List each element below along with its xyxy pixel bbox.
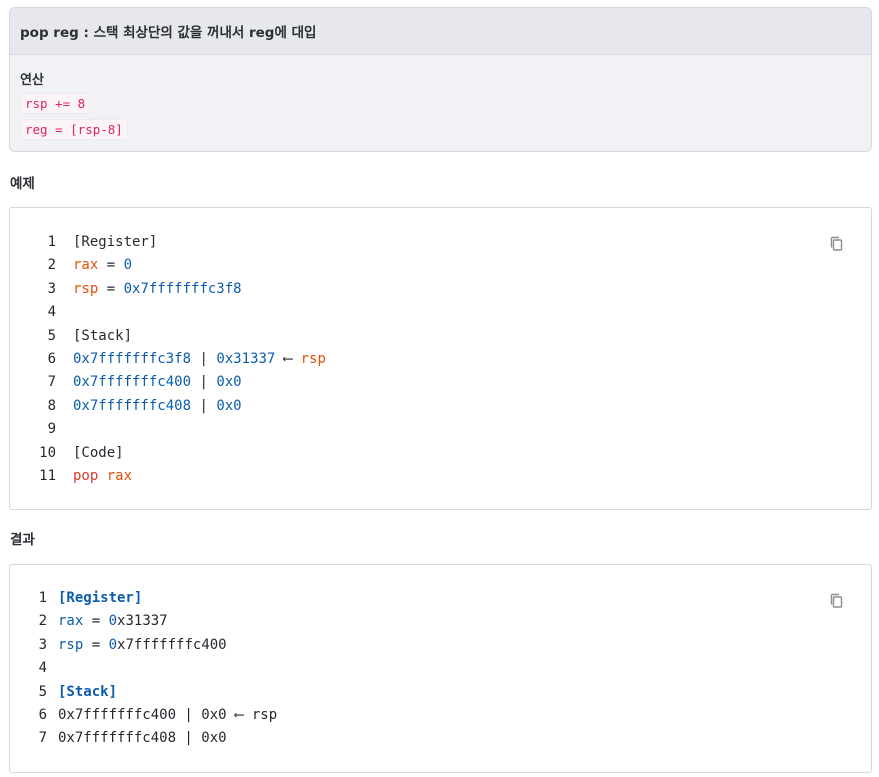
code-token: rax (58, 613, 84, 630)
code-line: 1 [Register] (10, 231, 871, 254)
instruction-callout: pop reg : 스택 최상단의 값을 꺼내서 reg에 대입 연산 rsp … (9, 7, 872, 152)
code-line: 7 0x7fffffffc400 | 0x0 (10, 371, 871, 394)
code-token: x7fffffffc400 (117, 636, 227, 653)
code-token: rsp (58, 636, 84, 653)
code-text: 0x7fffffffc3f8 | 0x31337 ⟵ rsp (73, 348, 326, 371)
line-number: 1 (38, 590, 47, 606)
code-line: 3 rsp = 0x7fffffffc400 (10, 634, 871, 657)
result-code-lines: 1 [Register] 2 rax = 0x31337 3 rsp = 0x7fffff… (10, 587, 871, 751)
line-number: 11 (39, 467, 56, 484)
code-text: pop rax (73, 465, 132, 488)
code-line: 6 0x7fffffffc400 | 0x0 ⟵ rsp (10, 704, 871, 727)
code-line: 6 0x7fffffffc3f8 | 0x31337 ⟵ rsp (10, 348, 871, 371)
code-line: 5 [Stack] (10, 325, 871, 348)
callout-body: 연산 rsp += 8 reg = [rsp-8] (10, 55, 871, 145)
code-token: rax (73, 257, 99, 274)
code-token: rax (106, 467, 133, 484)
line-number: 4 (38, 660, 47, 677)
code-token: 0x7fffffffc3f8 (73, 350, 192, 367)
code-token: 0x31337 (216, 350, 276, 367)
code-token: 0x0 (216, 397, 242, 414)
line-number: 3 (38, 636, 47, 653)
line-number: 2 (47, 257, 56, 274)
code-token: 0x7fffffffc400 | 0x0 ⟵ rsp (58, 706, 278, 723)
code-text: rsp = 0x7fffffffc3f8 (73, 278, 242, 301)
code-token: 0x7fffffffc3f8 (123, 280, 242, 297)
line-number: 9 (47, 421, 56, 438)
code-text: 0x7fffffffc400 | 0x0 (73, 371, 242, 394)
code-text: 0x7fffffffc400 | 0x0 ⟵ rsp (58, 704, 277, 727)
code-token: rsp (300, 350, 326, 367)
code-text: 0x7fffffffc408 | 0x0 (58, 727, 227, 750)
code-line: 4 (10, 301, 871, 324)
code-text: [Stack] (58, 681, 117, 704)
code-line: 2 rax = 0x31337 (10, 610, 871, 633)
code-token: 0x7fffffffc408 (73, 397, 192, 414)
operation-code: rsp += 8 (20, 93, 91, 114)
line-number: 7 (47, 374, 56, 391)
code-token: | (191, 397, 217, 414)
callout-title: pop reg : 스택 최상단의 값을 꺼내서 reg에 대입 (10, 8, 871, 55)
example-code-block: 1 [Register] 2 rax = 0 3 rsp = 0x7fffffffc3f8… (9, 207, 872, 510)
code-line: 11 pop rax (10, 465, 871, 488)
code-token: ⟵ (275, 350, 301, 367)
code-token: | (191, 350, 217, 367)
code-text: 0x7fffffffc408 | 0x0 (73, 395, 242, 418)
code-token: 0 (108, 636, 118, 653)
example-heading: 예제 (10, 176, 35, 192)
code-line: 3 rsp = 0x7fffffffc3f8 (10, 278, 871, 301)
line-number: 3 (47, 280, 56, 297)
result-heading: 결과 (10, 532, 35, 548)
code-line: 2 rax = 0 (10, 254, 871, 277)
code-line: 5 [Stack] (10, 681, 871, 704)
code-line: 9 (10, 418, 871, 441)
line-number: 8 (47, 397, 56, 414)
line-number: 1 (47, 234, 56, 250)
code-line: 1 [Register] (10, 587, 871, 610)
line-number: 5 (38, 683, 47, 700)
code-token: 0x7fffffffc408 | 0x0 (58, 730, 227, 747)
code-token: pop (73, 467, 99, 484)
code-token: = (83, 613, 109, 630)
code-token: [Register] (58, 590, 143, 606)
line-number: 7 (38, 730, 47, 747)
code-token: [Stack] (58, 683, 118, 700)
line-number: 6 (38, 706, 47, 723)
line-number: 6 (47, 350, 56, 367)
code-line: 10 [Code] (10, 442, 871, 465)
result-code-block: 1 [Register] 2 rax = 0x31337 3 rsp = 0x7fffff… (9, 564, 872, 773)
code-text: rsp = 0x7fffffffc400 (58, 634, 227, 657)
operation-label: 연산 (20, 73, 44, 88)
code-text: [Register] (58, 587, 142, 610)
code-token: | (191, 374, 217, 391)
code-text: [Stack] (73, 325, 132, 348)
code-token: [Register] (73, 234, 158, 250)
operation-code: reg = [rsp-8] (20, 119, 128, 140)
example-code-lines: 1 [Register] 2 rax = 0 3 rsp = 0x7fffffffc3f8… (10, 231, 871, 488)
line-number: 10 (39, 444, 56, 461)
code-text: [Code] (73, 442, 124, 465)
code-line: 4 (10, 657, 871, 680)
code-text: [Register] (73, 231, 157, 254)
code-token: [Code] (73, 444, 124, 461)
code-token: x31337 (117, 613, 168, 630)
code-token: rsp (73, 280, 99, 297)
code-text: rax = 0 (73, 254, 132, 277)
code-line: 8 0x7fffffffc408 | 0x0 (10, 395, 871, 418)
code-token: 0 (108, 613, 118, 630)
code-token: = (83, 636, 109, 653)
line-number: 5 (47, 327, 56, 344)
code-token: [Stack] (73, 327, 133, 344)
code-text: rax = 0x31337 (58, 610, 168, 633)
code-token: 0x0 (216, 374, 242, 391)
line-number: 2 (38, 613, 47, 630)
code-token: 0 (123, 257, 133, 274)
code-token: 0x7fffffffc400 (73, 374, 192, 391)
code-line: 7 0x7fffffffc408 | 0x0 (10, 727, 871, 750)
code-token: = (98, 257, 124, 274)
code-token: = (98, 280, 124, 297)
line-number: 4 (47, 304, 56, 321)
